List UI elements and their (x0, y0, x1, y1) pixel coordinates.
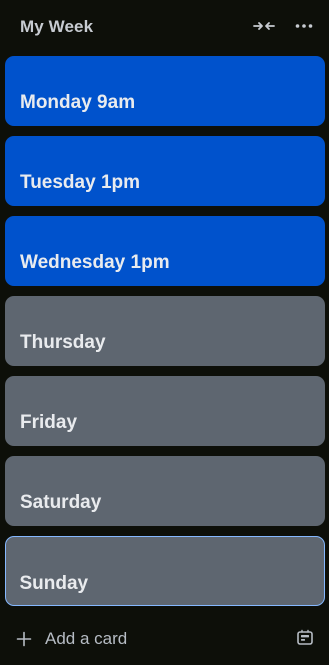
card-title: Friday (20, 412, 78, 433)
card-title: Tuesday 1pm (20, 172, 141, 193)
list-actions-button[interactable] (292, 14, 316, 38)
plus-icon (14, 629, 34, 649)
card-list: Monday 9am Tuesday 1pm Wednesday 1pm Thu… (5, 56, 325, 616)
kanban-list: My Week Monday 9am Tuesday 1pm Wednesday… (0, 0, 329, 665)
card-title: Saturday (20, 492, 102, 513)
more-horizontal-icon (295, 23, 313, 29)
card-monday[interactable]: Monday 9am (5, 56, 325, 126)
card-title: Monday 9am (20, 92, 136, 113)
create-from-template-button[interactable] (294, 629, 316, 651)
card-tuesday[interactable]: Tuesday 1pm (5, 136, 325, 206)
card-saturday[interactable]: Saturday (5, 456, 325, 526)
card-title: Sunday (19, 572, 89, 594)
card-title: Wednesday 1pm (20, 252, 170, 273)
card-friday[interactable]: Friday (5, 376, 325, 446)
card-template-icon (296, 629, 314, 652)
card-title: Thursday (20, 332, 106, 353)
list-header: My Week (0, 0, 329, 56)
add-card-button[interactable]: Add a card (14, 624, 127, 654)
collapse-horizontal-icon (253, 19, 275, 33)
list-title[interactable]: My Week (20, 17, 93, 37)
card-thursday[interactable]: Thursday (5, 296, 325, 366)
card-wednesday[interactable]: Wednesday 1pm (5, 216, 325, 286)
list-footer: Add a card (0, 618, 329, 660)
add-card-label: Add a card (45, 629, 128, 648)
collapse-list-button[interactable] (252, 14, 276, 38)
card-sunday[interactable]: Sunday (5, 536, 325, 606)
